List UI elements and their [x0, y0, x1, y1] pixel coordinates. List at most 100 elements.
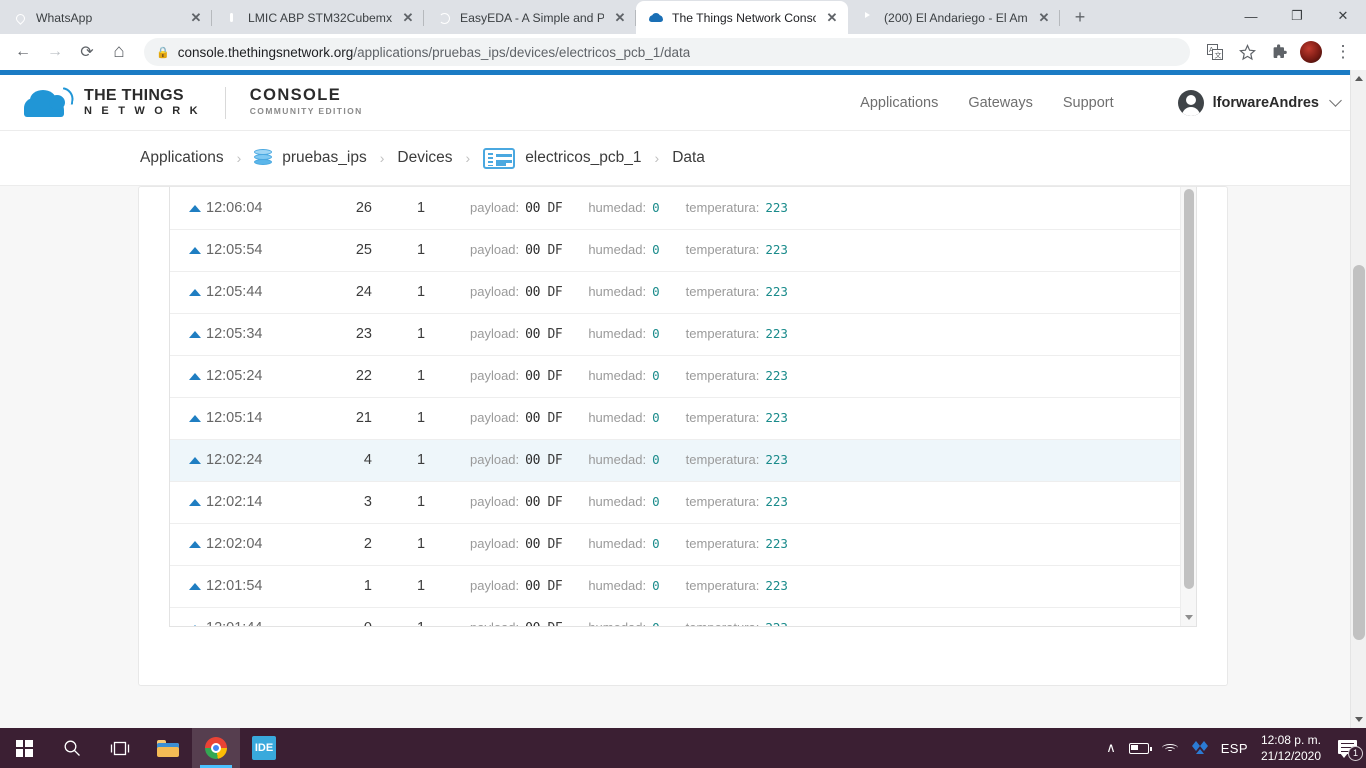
translate-icon[interactable]: A文	[1200, 37, 1230, 67]
tab-close-button[interactable]: ✕	[400, 10, 416, 26]
field-label-payload: payload:	[470, 494, 520, 509]
breadcrumb-devices[interactable]: Devices	[397, 149, 452, 167]
chevron-down-icon	[1329, 93, 1342, 107]
tab-close-button[interactable]: ✕	[824, 10, 840, 26]
table-scrollbar-thumb[interactable]	[1184, 189, 1194, 589]
row-fields: payload: 00 DF humedad: 0 temperatura: 223	[456, 313, 1196, 355]
back-icon[interactable]: ←	[8, 37, 38, 67]
layers-icon	[254, 149, 273, 167]
page-scrollbar[interactable]	[1350, 70, 1366, 728]
table-row[interactable]: 12:02:24 4 1 payload: 00 DF humedad: 0 temperat…	[170, 439, 1196, 481]
notifications-badge: 1	[1348, 745, 1363, 761]
puzzle-icon[interactable]	[1264, 37, 1294, 67]
tray-expand-chevron-icon[interactable]: ∧	[1106, 740, 1116, 756]
device-board-icon	[483, 147, 516, 169]
breadcrumb-data[interactable]: Data	[672, 149, 705, 167]
row-port: 1	[416, 368, 426, 384]
row-time: 12:02:14	[206, 494, 263, 510]
new-tab-button[interactable]: +	[1066, 3, 1094, 31]
windows-start-icon[interactable]	[0, 728, 48, 768]
field-label-humedad: humedad:	[588, 242, 647, 257]
nav-applications[interactable]: Applications	[860, 95, 938, 111]
clock[interactable]: 12:08 p. m. 21/12/2020	[1261, 732, 1321, 764]
table-row[interactable]: 12:05:44 24 1 payload: 00 DF humedad: 0 tempera…	[170, 271, 1196, 313]
notifications-icon[interactable]: 1	[1338, 739, 1363, 761]
browser-tab-ttn-console[interactable]: The Things Network Console ✕	[636, 1, 848, 34]
table-row[interactable]: 12:05:14 21 1 payload: 00 DF humedad: 0 tempera…	[170, 397, 1196, 439]
wifi-icon[interactable]	[1162, 742, 1179, 755]
table-row[interactable]: 12:06:04 26 1 payload: 00 DF humedad: 0 tempera…	[170, 187, 1196, 229]
row-fields: payload: 00 DF humedad: 0 temperatura: 223	[456, 565, 1196, 607]
tab-close-button[interactable]: ✕	[188, 10, 204, 26]
breadcrumb-label: electricos_pcb_1	[525, 149, 642, 166]
field-label-temperatura: temperatura:	[685, 368, 760, 383]
row-fields: payload: 00 DF humedad: 0 temperatura: 223	[456, 607, 1196, 626]
search-icon[interactable]	[48, 728, 96, 768]
chrome-menu-icon[interactable]: ⋮	[1328, 37, 1358, 67]
home-icon[interactable]: ⌂	[104, 37, 134, 67]
field-temperatura: temperatura: 223	[686, 242, 788, 257]
minimize-button[interactable]: —	[1228, 0, 1274, 32]
ttn-logo[interactable]: THE THINGS N E T W O R K CONSOLE COMMUNI…	[24, 86, 363, 119]
reload-icon[interactable]: ⟳	[72, 37, 102, 67]
tab-close-button[interactable]: ✕	[1036, 10, 1052, 26]
field-value-payload: 00 DF	[525, 621, 563, 626]
dropbox-icon[interactable]	[1191, 740, 1208, 756]
field-humedad: humedad: 0	[588, 326, 659, 341]
breadcrumb-applications[interactable]: Applications	[140, 149, 224, 167]
field-label-humedad: humedad:	[588, 199, 647, 215]
table-row[interactable]: 12:05:54 25 1 payload: 00 DF humedad: 0 tempera…	[170, 229, 1196, 271]
scroll-up-arrow-icon[interactable]	[1355, 76, 1363, 81]
scroll-down-arrow-icon[interactable]	[1185, 615, 1193, 620]
browser-tab-easyeda[interactable]: EasyEDA - A Simple and Power ✕	[424, 1, 636, 34]
table-row[interactable]: 12:02:14 3 1 payload: 00 DF humedad: 0 temperat…	[170, 481, 1196, 523]
forward-icon[interactable]: →	[40, 37, 70, 67]
logo-line-1: THE THINGS	[84, 86, 184, 104]
nav-support[interactable]: Support	[1063, 95, 1114, 111]
user-menu[interactable]: lforwareAndres	[1177, 89, 1342, 116]
breadcrumb-label: pruebas_ips	[282, 149, 367, 166]
row-time: 12:05:34	[206, 326, 263, 342]
logo-divider	[224, 86, 226, 119]
star-icon[interactable]	[1232, 37, 1262, 67]
field-humedad: humedad: 0	[588, 452, 659, 467]
close-window-button[interactable]: ✕	[1320, 0, 1366, 32]
row-counter: 0	[306, 607, 386, 626]
table-row[interactable]: 12:05:34 23 1 payload: 00 DF humedad: 0 tempera…	[170, 313, 1196, 355]
table-row[interactable]: 12:01:54 1 1 payload: 00 DF humedad: 0 temperat…	[170, 565, 1196, 607]
battery-icon[interactable]	[1128, 742, 1152, 754]
uplink-arrow-cell	[170, 313, 206, 355]
field-payload: payload: 00 DF	[470, 242, 563, 258]
breadcrumb-electricos-pcb-1[interactable]: electricos_pcb_1	[483, 147, 642, 169]
table-row[interactable]: 12:02:04 2 1 payload: 00 DF humedad: 0 temperat…	[170, 523, 1196, 565]
tab-close-button[interactable]: ✕	[612, 10, 628, 26]
row-counter: 21	[355, 410, 372, 426]
table-row[interactable]: 12:01:4401payload:00 DFhumedad:0temperat…	[170, 607, 1196, 626]
uplink-arrow-cell	[170, 523, 206, 565]
row-port: 1	[416, 536, 426, 552]
console-label: CONSOLE	[249, 86, 342, 105]
task-view-icon[interactable]	[96, 728, 144, 768]
uplink-arrow-cell	[170, 607, 206, 626]
table-scrollbar[interactable]	[1180, 187, 1196, 626]
table-row[interactable]: 12:05:24 22 1 payload: 00 DF humedad: 0 tempera…	[170, 355, 1196, 397]
browser-tab-whatsapp[interactable]: WhatsApp ✕	[0, 1, 212, 34]
browser-tab-youtube[interactable]: (200) El Andariego - El Amor N ✕	[848, 1, 1060, 34]
scroll-down-arrow-icon[interactable]	[1355, 717, 1363, 722]
profile-avatar[interactable]	[1296, 37, 1326, 67]
field-label-payload: payload:	[470, 452, 520, 467]
maximize-button[interactable]: ❐	[1274, 0, 1320, 32]
taskbar-file-explorer[interactable]	[144, 728, 192, 768]
field-label-payload: payload:	[470, 284, 520, 299]
field-payload: payload: 00 DF	[470, 578, 563, 594]
browser-tab-lmic[interactable]: LMIC ABP STM32Cubemx exam ✕	[212, 1, 424, 34]
address-bar[interactable]: 🔒 console.thethingsnetwork.org/applicati…	[144, 38, 1190, 66]
taskbar-google-chrome[interactable]	[192, 728, 240, 768]
data-table-scroll[interactable]: 12:06:04 26 1 payload: 00 DF humedad: 0 tempera…	[170, 187, 1196, 626]
page-scrollbar-thumb[interactable]	[1353, 265, 1365, 640]
language-indicator[interactable]: ESP	[1221, 741, 1248, 756]
taskbar-ide[interactable]: IDE	[240, 728, 288, 768]
breadcrumb-pruebas-ips[interactable]: pruebas_ips	[254, 149, 367, 167]
nav-gateways[interactable]: Gateways	[968, 95, 1032, 111]
field-label-humedad: humedad:	[588, 410, 647, 425]
